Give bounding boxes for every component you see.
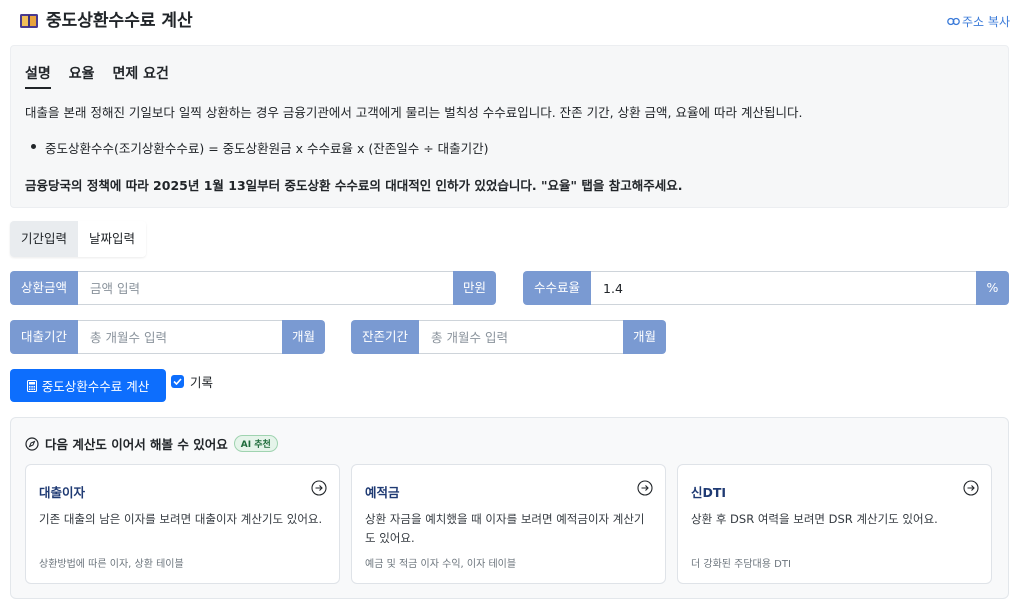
recommend-card-new-dti[interactable]: 신DTI 상환 후 DSR 여력을 보려면 DSR 계산기도 있어요. 더 강화…: [677, 464, 992, 584]
calculator-icon: [26, 379, 37, 392]
recommend-card-savings[interactable]: 예적금 상환 자금을 예치했을 때 이자를 보려면 예적금이자 계산기도 있어요…: [351, 464, 666, 584]
card-footnote: 예금 및 적금 이자 수익, 이자 테이블: [365, 559, 517, 570]
copy-address-link[interactable]: 주소 복사: [947, 13, 1010, 30]
compass-icon: [25, 436, 39, 451]
date-input-button[interactable]: 날짜입력: [78, 221, 147, 257]
formula-text: 중도상환수수(조기상환수수료) = 중도상환원금 x 수수료율 x (잔존일수 …: [31, 138, 489, 157]
loan-period-label: 대출기간: [10, 320, 79, 354]
fee-rate-unit: %: [976, 271, 1009, 305]
card-description: 기존 대출의 남은 이자를 보려면 대출이자 계산기도 있어요.: [39, 512, 323, 526]
recommendation-header: 다음 계산도 이어서 해볼 수 있어요 AI 추천: [25, 434, 278, 453]
fee-rate-label: 수수료율: [523, 271, 592, 305]
card-title: 신DTI: [691, 485, 727, 500]
recommend-card-loan-interest[interactable]: 대출이자 기존 대출의 남은 이자를 보려면 대출이자 계산기도 있어요. 상환…: [25, 464, 340, 584]
recommendation-panel: 다음 계산도 이어서 해볼 수 있어요 AI 추천 대출이자 기존 대출의 남은…: [10, 417, 1009, 599]
loan-period-input[interactable]: [78, 320, 282, 354]
calculate-button[interactable]: 중도상환수수료 계산: [10, 369, 166, 402]
record-label: 기록: [190, 375, 214, 390]
repayment-amount-unit: 만원: [452, 271, 496, 305]
loan-period-group: 대출기간 개월: [10, 320, 325, 354]
tab-exemption[interactable]: 면제 요건: [113, 63, 169, 89]
fee-rate-group: 수수료율 %: [523, 271, 1009, 305]
tab-rate[interactable]: 요율: [69, 63, 95, 89]
description-text: 대출을 본래 정해진 기일보다 일찍 상환하는 경우 금융기관에서 고객에게 물…: [25, 105, 803, 120]
page-title: 중도상환수수료 계산: [46, 11, 193, 31]
arrow-right-circle-icon: [311, 480, 327, 496]
card-title: 예적금: [365, 485, 400, 500]
repayment-amount-input[interactable]: [78, 271, 453, 305]
info-tabs: 설명 요율 면제 요건: [25, 63, 187, 89]
copy-address-label: 주소 복사: [962, 15, 1010, 29]
ai-recommend-badge: AI 추천: [233, 435, 278, 452]
input-mode-toggle: 기간입력 날짜입력: [10, 221, 147, 257]
remaining-period-input[interactable]: [419, 320, 623, 354]
record-checkbox[interactable]: [171, 375, 184, 388]
remaining-period-group: 잔존기간 개월: [351, 320, 666, 354]
page-header: 중도상환수수료 계산 주소 복사: [20, 10, 1010, 32]
card-description: 상환 자금을 예치했을 때 이자를 보려면 예적금이자 계산기도 있어요.: [365, 512, 645, 545]
repayment-amount-group: 상환금액 만원: [10, 271, 496, 305]
info-panel: 설명 요율 면제 요건 대출을 본래 정해진 기일보다 일찍 상환하는 경우 금…: [10, 45, 1009, 208]
check-icon: [173, 378, 182, 385]
period-input-button[interactable]: 기간입력: [10, 221, 79, 257]
arrow-right-circle-icon: [637, 480, 653, 496]
card-footnote: 상환방법에 따른 이자, 상환 테이블: [39, 559, 184, 570]
loan-period-unit: 개월: [281, 320, 325, 354]
repayment-amount-label: 상환금액: [10, 271, 79, 305]
arrow-right-circle-icon: [963, 480, 979, 496]
remaining-period-label: 잔존기간: [351, 320, 420, 354]
calculate-button-label: 중도상환수수료 계산: [41, 379, 150, 394]
record-option: 기록: [171, 372, 213, 391]
link-icon: [947, 17, 960, 26]
recommendation-heading: 다음 계산도 이어서 해볼 수 있어요: [45, 437, 228, 452]
card-title: 대출이자: [39, 485, 86, 500]
fee-rate-input[interactable]: [591, 271, 976, 305]
card-footnote: 더 강화된 주담대용 DTI: [691, 559, 791, 570]
card-description: 상환 후 DSR 여력을 보려면 DSR 계산기도 있어요.: [691, 512, 938, 526]
policy-notice: 금융당국의 정책에 따라 2025년 1월 13일부터 중도상환 수수료의 대대…: [25, 178, 683, 193]
tab-description[interactable]: 설명: [25, 63, 51, 89]
remaining-period-unit: 개월: [622, 320, 666, 354]
book-icon: [20, 14, 38, 28]
